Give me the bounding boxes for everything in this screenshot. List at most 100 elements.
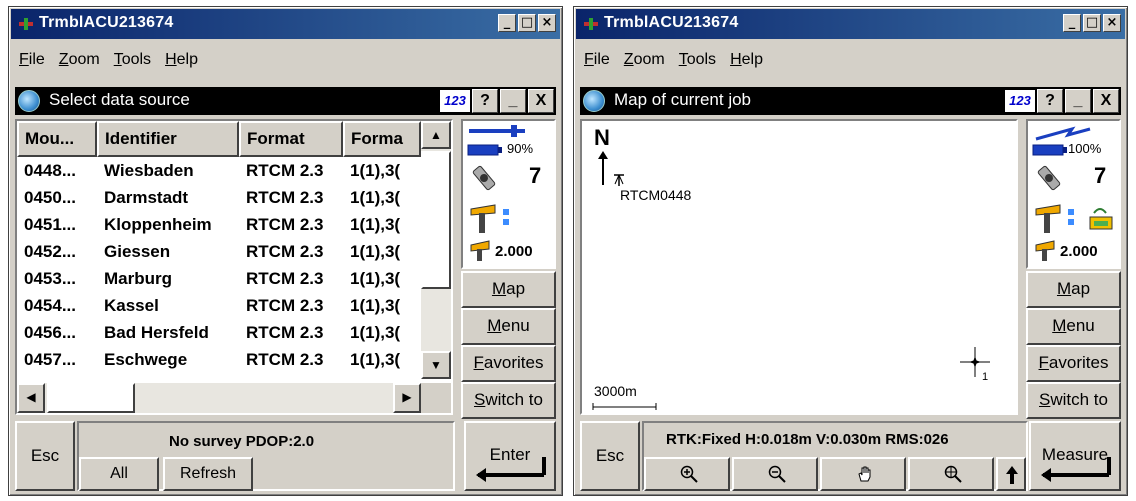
cell-identifier: Giessen — [104, 242, 171, 261]
gnss-status-panel[interactable]: 90% 7 2.000 — [461, 119, 556, 269]
close-window-button[interactable]: × — [1103, 14, 1121, 32]
close-window-button[interactable]: × — [538, 14, 556, 32]
satellite-icon — [472, 165, 496, 191]
all-button[interactable]: All — [79, 457, 159, 491]
cell-format-details: 1(1),3( — [350, 269, 401, 288]
minimize-window-button[interactable]: _ — [498, 14, 516, 32]
help-button[interactable]: ? — [472, 89, 498, 113]
map-button[interactable]: Map — [1026, 271, 1121, 308]
cell-format-details: 1(1),3( — [350, 296, 401, 315]
minimize-button[interactable]: _ — [500, 89, 526, 113]
table-row[interactable]: 0454... Kassel RTCM 2.3 1(1),3( — [17, 292, 421, 319]
menu-button[interactable]: Menu — [461, 308, 556, 345]
menu-button[interactable]: Menu — [1026, 308, 1121, 345]
toolbar-toggle-button[interactable] — [996, 457, 1026, 491]
cell-format: RTCM 2.3 — [246, 350, 324, 369]
column-header-mountpoint[interactable]: Mou... — [17, 121, 97, 157]
esc-button[interactable]: Esc — [15, 421, 75, 491]
column-header-format-details[interactable]: Forma — [343, 121, 421, 157]
antenna-height: 2.000 — [1060, 243, 1098, 260]
esc-button[interactable]: Esc — [580, 421, 640, 491]
cell-identifier: Bad Hersfeld — [104, 323, 209, 342]
map-button[interactable]: Map — [461, 271, 556, 308]
cell-format-details: 1(1),3( — [350, 188, 401, 207]
gnss-receiver-icon — [470, 204, 509, 233]
table-row[interactable]: 0452... Giessen RTCM 2.3 1(1),3( — [17, 238, 421, 265]
cell-mountpoint: 0457... — [24, 350, 76, 369]
enter-button[interactable]: Enter — [464, 421, 556, 491]
favorites-button[interactable]: Favorites — [1026, 345, 1121, 382]
scroll-left-arrow-icon[interactable]: ◀ — [17, 383, 45, 413]
scroll-right-arrow-icon[interactable]: ▶ — [393, 383, 421, 413]
table-header: Mou... Identifier Format Forma — [17, 121, 421, 157]
up-arrow-icon — [1006, 466, 1018, 484]
zoom-in-button[interactable] — [644, 457, 730, 491]
point-label: RTCM0448 — [620, 187, 692, 203]
cell-format-details: 1(1),3( — [350, 242, 401, 261]
cell-format-details: 1(1),3( — [350, 350, 401, 369]
refresh-button[interactable]: Refresh — [163, 457, 253, 491]
station-point-icon — [614, 174, 624, 186]
measure-label: Measure — [1041, 445, 1109, 464]
scroll-down-arrow-icon[interactable]: ▼ — [421, 351, 451, 379]
menu-zoom[interactable]: Zoom — [624, 51, 665, 69]
maximize-window-button[interactable]: □ — [518, 14, 536, 32]
zoom-extents-button[interactable] — [908, 457, 994, 491]
menu-help[interactable]: Help — [165, 51, 198, 69]
table-row[interactable]: 0453... Marburg RTCM 2.3 1(1),3( — [17, 265, 421, 292]
scroll-corner — [421, 383, 451, 413]
column-header-identifier[interactable]: Identifier — [97, 121, 239, 157]
pan-button[interactable] — [820, 457, 906, 491]
column-header-format[interactable]: Format — [239, 121, 343, 157]
input-mode-button[interactable]: 123 — [440, 90, 470, 112]
favorites-button[interactable]: Favorites — [461, 345, 556, 382]
window-title: TrmblACU213674 — [39, 14, 174, 31]
cell-identifier: Darmstadt — [104, 188, 189, 207]
vertical-scroll-thumb[interactable] — [421, 151, 451, 289]
cell-identifier: Eschwege — [104, 350, 188, 369]
cell-mountpoint: 0450... — [24, 188, 76, 207]
switch-to-button[interactable]: Switch to — [461, 382, 556, 419]
cursor-subscript: 1 — [982, 371, 989, 383]
horizontal-scrollbar[interactable]: ◀ ▶ — [17, 383, 421, 413]
menu-zoom[interactable]: Zoom — [59, 51, 100, 69]
battery-level: 100% — [1068, 141, 1102, 156]
map-canvas[interactable]: N RTCM0448 1 3000m — [580, 119, 1018, 415]
measure-button[interactable]: Measure — [1029, 421, 1121, 491]
close-button[interactable]: X — [1093, 89, 1119, 113]
gnss-receiver-icon — [1035, 204, 1074, 233]
cell-format: RTCM 2.3 — [246, 296, 324, 315]
antenna-height-icon — [470, 240, 490, 261]
help-button[interactable]: ? — [1037, 89, 1063, 113]
page-title: Map of current job — [614, 90, 752, 109]
table-row[interactable]: 0451... Kloppenheim RTCM 2.3 1(1),3( — [17, 211, 421, 238]
menu-tools[interactable]: Tools — [114, 51, 151, 69]
table-row[interactable]: 0457... Eschwege RTCM 2.3 1(1),3( — [17, 346, 421, 373]
gnss-status-panel[interactable]: 100% 7 2.000 — [1026, 119, 1121, 269]
cell-format: RTCM 2.3 — [246, 188, 324, 207]
battery-icon — [1032, 144, 1067, 156]
menu-file[interactable]: File — [19, 51, 45, 69]
vertical-scrollbar[interactable]: ▲ ▼ — [421, 121, 451, 379]
app-icon — [19, 18, 33, 30]
menu-tools[interactable]: Tools — [679, 51, 716, 69]
scroll-up-arrow-icon[interactable]: ▲ — [421, 121, 451, 149]
table-row[interactable]: 0448... Wiesbaden RTCM 2.3 1(1),3( — [17, 157, 421, 184]
battery-level: 90% — [507, 141, 534, 156]
zoom-out-button[interactable] — [732, 457, 818, 491]
cell-mountpoint: 0451... — [24, 215, 76, 234]
status-message: No survey PDOP:2.0 — [169, 433, 315, 450]
minimize-button[interactable]: _ — [1065, 89, 1091, 113]
close-button[interactable]: X — [528, 89, 554, 113]
table-row[interactable]: 0456... Bad Hersfeld RTCM 2.3 1(1),3( — [17, 319, 421, 346]
minimize-window-button[interactable]: _ — [1063, 14, 1081, 32]
status-line-panel: No survey PDOP:2.0 All Refresh — [77, 421, 455, 491]
cell-identifier: Kassel — [104, 296, 159, 315]
input-mode-button[interactable]: 123 — [1005, 90, 1035, 112]
switch-to-button[interactable]: Switch to — [1026, 382, 1121, 419]
horizontal-scroll-thumb[interactable] — [47, 383, 135, 413]
menu-file[interactable]: File — [584, 51, 610, 69]
table-row[interactable]: 0450... Darmstadt RTCM 2.3 1(1),3( — [17, 184, 421, 211]
maximize-window-button[interactable]: □ — [1083, 14, 1101, 32]
menu-help[interactable]: Help — [730, 51, 763, 69]
